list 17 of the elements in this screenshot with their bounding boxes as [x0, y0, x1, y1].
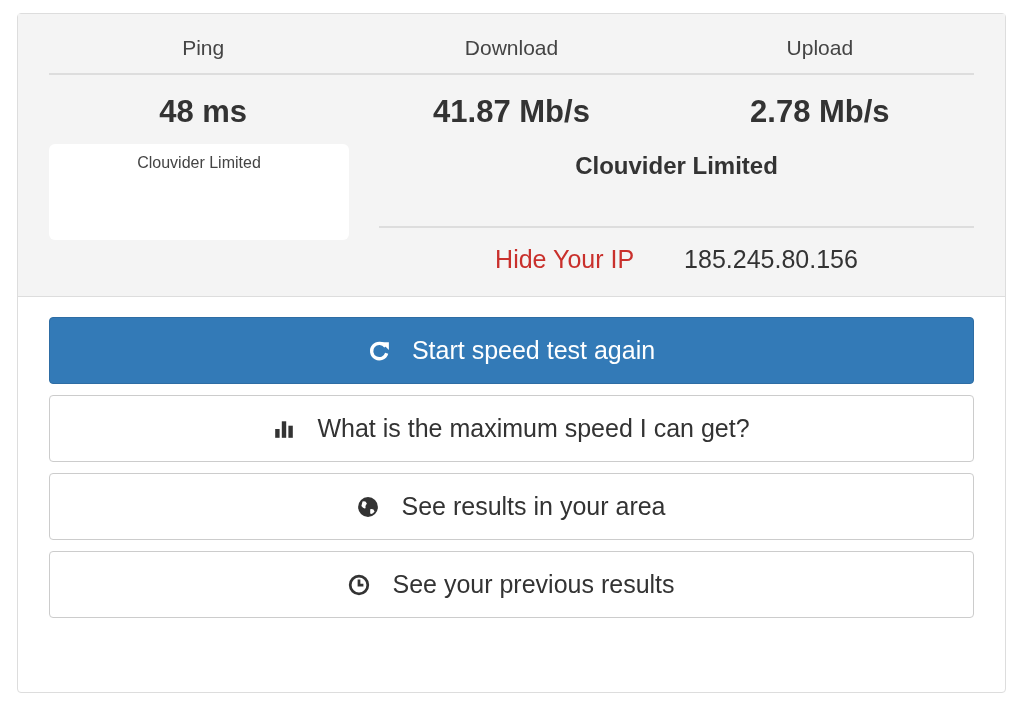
metric-label: Upload [665, 32, 974, 75]
action-button[interactable]: What is the maximum speed I can get? [49, 395, 974, 462]
clock-icon [348, 573, 371, 596]
action-button[interactable]: See results in your area [49, 473, 974, 540]
action-button[interactable]: Start speed test again [49, 317, 974, 384]
metric-label: Download [357, 32, 666, 75]
metric-value: 41.87 Mb/s [432, 93, 591, 131]
refresh-icon [367, 339, 390, 362]
hide-ip-link[interactable]: Hide Your IP [495, 245, 635, 274]
metric-value: 2.78 Mb/s [749, 93, 891, 131]
action-button[interactable]: See your previous results [49, 551, 974, 618]
server-name: Clouvider Limited [137, 154, 261, 172]
globe-icon [357, 495, 380, 518]
provider-name: Clouvider Limited [575, 152, 778, 181]
metric-label: Ping [49, 32, 358, 75]
ip-address: 185.245.80.156 [684, 245, 858, 274]
metric-value: 48 ms [158, 93, 249, 131]
